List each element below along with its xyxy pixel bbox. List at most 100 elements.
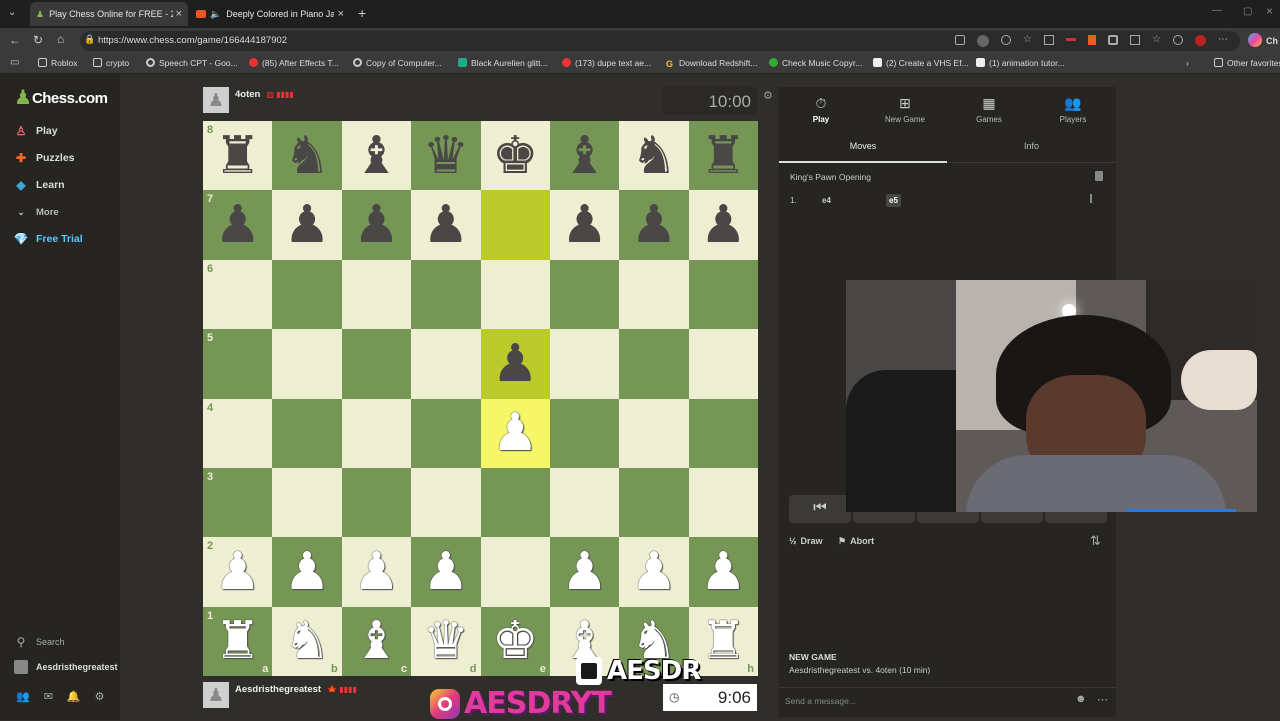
white-queen-icon[interactable]: ♛: [423, 615, 470, 667]
bookmark-item[interactable]: crypto: [93, 58, 129, 68]
tab-new-game[interactable]: ⊞ New Game: [863, 95, 947, 124]
square-a8[interactable]: 8 ♜: [203, 121, 273, 191]
square-a6[interactable]: 6: [203, 259, 273, 330]
square-a7[interactable]: 7 ♟: [203, 190, 273, 260]
subtab-moves[interactable]: Moves: [779, 135, 947, 163]
square-b4[interactable]: [272, 398, 342, 468]
close-tab-icon[interactable]: ×: [176, 8, 182, 20]
white-knight-icon[interactable]: ♞: [284, 615, 331, 667]
bookmark-item[interactable]: (85) After Effects T...: [249, 58, 339, 68]
chess-logo[interactable]: ♟ Chess.com: [14, 88, 108, 108]
sidebar-item-more[interactable]: ⌄ More: [14, 205, 58, 219]
bookmark-item[interactable]: G Download Redshift...: [666, 58, 757, 69]
extension-icon[interactable]: [1043, 35, 1054, 45]
bookmark-item[interactable]: (173) dupe text ae...: [562, 58, 651, 68]
square-a3[interactable]: 3: [203, 467, 273, 538]
opponent-avatar[interactable]: ♟: [203, 87, 229, 113]
square-a1[interactable]: 1 a ♜: [203, 606, 273, 676]
player-avatar[interactable]: ♟: [203, 682, 229, 708]
black-queen-icon[interactable]: ♛: [423, 130, 470, 182]
square-d1[interactable]: d ♛: [411, 606, 481, 676]
square-g5[interactable]: [619, 329, 689, 399]
close-tab-icon[interactable]: ×: [338, 8, 344, 20]
black-bishop-icon[interactable]: ♝: [353, 130, 400, 182]
player-name[interactable]: Aesdristhegreatest: [235, 684, 321, 695]
square-e5[interactable]: ♟: [480, 329, 550, 399]
square-f2[interactable]: ♟: [549, 537, 620, 607]
square-c4[interactable]: [341, 398, 412, 468]
square-e2[interactable]: [480, 537, 550, 607]
black-rook-icon[interactable]: ♜: [214, 130, 261, 182]
bookmark-item[interactable]: Copy of Computer...: [353, 58, 442, 68]
square-g2[interactable]: ♟: [619, 537, 689, 607]
square-h3[interactable]: [688, 467, 758, 538]
square-f8[interactable]: ♝: [549, 121, 620, 191]
extension-icon[interactable]: [1129, 35, 1140, 45]
square-e7[interactable]: [480, 190, 550, 260]
board-settings-gear-icon[interactable]: ⚙: [763, 89, 773, 102]
square-d5[interactable]: [411, 329, 481, 399]
square-d8[interactable]: ♛: [411, 121, 481, 191]
square-h8[interactable]: ♜: [688, 121, 758, 191]
square-f4[interactable]: [549, 398, 620, 468]
sidebar-profile[interactable]: Aesdristhegreatest: [14, 660, 118, 674]
close-window-icon[interactable]: ×: [1266, 4, 1273, 18]
square-b7[interactable]: ♟: [272, 190, 342, 260]
white-bishop-icon[interactable]: ♝: [353, 615, 400, 667]
square-g7[interactable]: ♟: [619, 190, 689, 260]
white-pawn-icon[interactable]: ♟: [284, 546, 331, 598]
square-a2[interactable]: 2 ♟: [203, 537, 273, 607]
square-b6[interactable]: [272, 259, 342, 330]
mail-icon[interactable]: ✉: [44, 690, 53, 703]
square-d4[interactable]: [411, 398, 481, 468]
chat-input[interactable]: Send a message...: [785, 696, 856, 706]
abort-button[interactable]: ⚑ Abort: [838, 536, 874, 547]
tab-play[interactable]: ⏱ Play: [779, 95, 863, 124]
bookmarks-overflow-icon[interactable]: ›: [1186, 58, 1189, 68]
square-a5[interactable]: 5: [203, 329, 273, 399]
white-pawn-icon[interactable]: ♟: [561, 546, 608, 598]
black-pawn-icon[interactable]: ♟: [214, 199, 261, 251]
square-c8[interactable]: ♝: [341, 121, 412, 191]
flip-board-icon[interactable]: ⇅: [1090, 533, 1101, 549]
square-h4[interactable]: [688, 398, 758, 468]
white-pawn-icon[interactable]: ♟: [492, 407, 539, 459]
square-a4[interactable]: 4: [203, 398, 273, 468]
subtab-info[interactable]: Info: [947, 135, 1116, 163]
white-pawn-icon[interactable]: ♟: [700, 546, 747, 598]
bell-icon[interactable]: 🔔: [67, 690, 81, 703]
more-icon[interactable]: ⋯: [1218, 35, 1228, 47]
black-pawn-icon[interactable]: ♟: [561, 199, 608, 251]
black-rook-icon[interactable]: ♜: [700, 130, 747, 182]
white-rook-icon[interactable]: ♜: [700, 615, 747, 667]
reload-icon[interactable]: ↻: [33, 33, 43, 47]
sidebar-item-free-trial[interactable]: 💎 Free Trial: [14, 232, 83, 246]
bookmark-item[interactable]: (2) Create a VHS Ef...: [873, 58, 969, 68]
new-tab-icon[interactable]: +: [358, 5, 366, 21]
square-e4[interactable]: ♟: [480, 398, 550, 468]
book-icon[interactable]: [1095, 171, 1103, 181]
draw-button[interactable]: ½ Draw: [789, 536, 823, 546]
more-options-icon[interactable]: ⋯: [1097, 693, 1108, 706]
bookmark-item[interactable]: Roblox: [38, 58, 77, 68]
sidebar-item-puzzles[interactable]: ✚ Puzzles: [14, 151, 75, 165]
white-pawn-icon[interactable]: ♟: [214, 546, 261, 598]
square-h6[interactable]: [688, 259, 758, 330]
black-bishop-icon[interactable]: ♝: [561, 130, 608, 182]
square-h7[interactable]: ♟: [688, 190, 758, 260]
square-f7[interactable]: ♟: [549, 190, 620, 260]
square-g8[interactable]: ♞: [619, 121, 689, 191]
square-e6[interactable]: [480, 259, 550, 330]
square-f6[interactable]: [549, 259, 620, 330]
square-b8[interactable]: ♞: [272, 121, 342, 191]
history-icon[interactable]: [1172, 35, 1183, 45]
star-icon[interactable]: ☆: [1023, 35, 1032, 47]
white-pawn-icon[interactable]: ♟: [423, 546, 470, 598]
square-g6[interactable]: [619, 259, 689, 330]
tab-actions-icon[interactable]: ▭: [10, 57, 19, 68]
square-h2[interactable]: ♟: [688, 537, 758, 607]
settings-gear-icon[interactable]: ⚙: [95, 690, 105, 703]
opponent-name[interactable]: 4oten: [235, 89, 260, 100]
square-d7[interactable]: ♟: [411, 190, 481, 260]
square-c2[interactable]: ♟: [341, 537, 412, 607]
